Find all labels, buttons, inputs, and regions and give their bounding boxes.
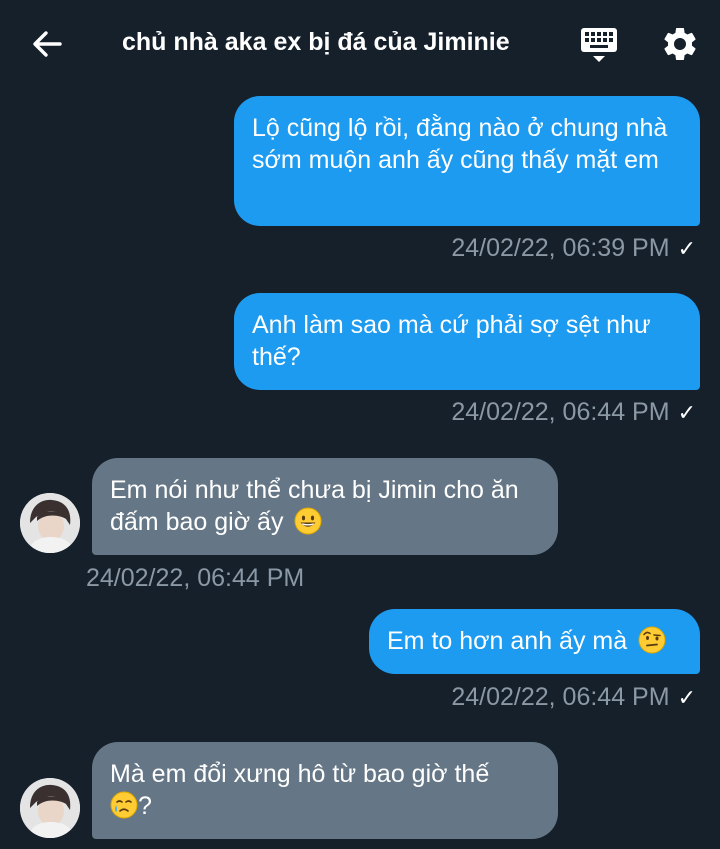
message-timestamp: 24/02/22, 06:44 PM ✓ xyxy=(451,683,696,711)
message-text-suffix: ? xyxy=(138,792,152,820)
chat-screen: chủ nhà aka ex bị đá của Jiminie Lộ cũng… xyxy=(0,0,720,849)
message-timestamp: 24/02/22, 06:44 PM xyxy=(86,564,305,592)
arrow-left-icon xyxy=(33,31,62,57)
incoming-message-bubble[interactable]: Em nói như thể chưa bị Jimin cho ăn đấm … xyxy=(92,458,558,555)
avatar-image xyxy=(20,493,80,553)
incoming-message-bubble[interactable]: Mà em đổi xưng hô từ bao giờ thế ? xyxy=(92,742,558,839)
grinning-face-emoji xyxy=(294,507,322,535)
read-check-icon: ✓ xyxy=(677,400,696,425)
keyboard-button[interactable] xyxy=(578,24,620,66)
outgoing-message-bubble[interactable]: Lộ cũng lộ rồi, đằng nào ở chung nhà sớm… xyxy=(234,96,700,226)
message-text: Anh làm sao mà cứ phải sợ sệt như thế? xyxy=(252,311,651,371)
avatar[interactable] xyxy=(20,778,80,838)
avatar-image xyxy=(20,778,80,838)
message-timestamp: 24/02/22, 06:39 PM ✓ xyxy=(451,234,696,262)
read-check-icon: ✓ xyxy=(677,685,696,710)
gear-icon xyxy=(664,27,696,60)
chat-header: chủ nhà aka ex bị đá của Jiminie xyxy=(0,0,720,88)
keyboard-icon xyxy=(581,28,617,62)
back-button[interactable] xyxy=(30,26,66,62)
chat-title: chủ nhà aka ex bị đá của Jiminie xyxy=(122,28,510,56)
message-timestamp: 24/02/22, 06:44 PM ✓ xyxy=(451,398,696,426)
settings-button[interactable] xyxy=(660,24,700,64)
outgoing-message-bubble[interactable]: Anh làm sao mà cứ phải sợ sệt như thế? xyxy=(234,293,700,390)
message-text: Mà em đổi xưng hô từ bao giờ thế xyxy=(110,760,490,788)
raised-eyebrow-face-emoji xyxy=(638,626,666,654)
avatar[interactable] xyxy=(20,493,80,553)
outgoing-message-bubble[interactable]: Em to hơn anh ấy mà xyxy=(369,609,700,674)
crying-face-emoji xyxy=(110,791,138,819)
message-text: Em to hơn anh ấy mà xyxy=(387,627,628,655)
read-check-icon: ✓ xyxy=(677,236,696,261)
message-text: Lộ cũng lộ rồi, đằng nào ở chung nhà sớm… xyxy=(252,114,668,174)
